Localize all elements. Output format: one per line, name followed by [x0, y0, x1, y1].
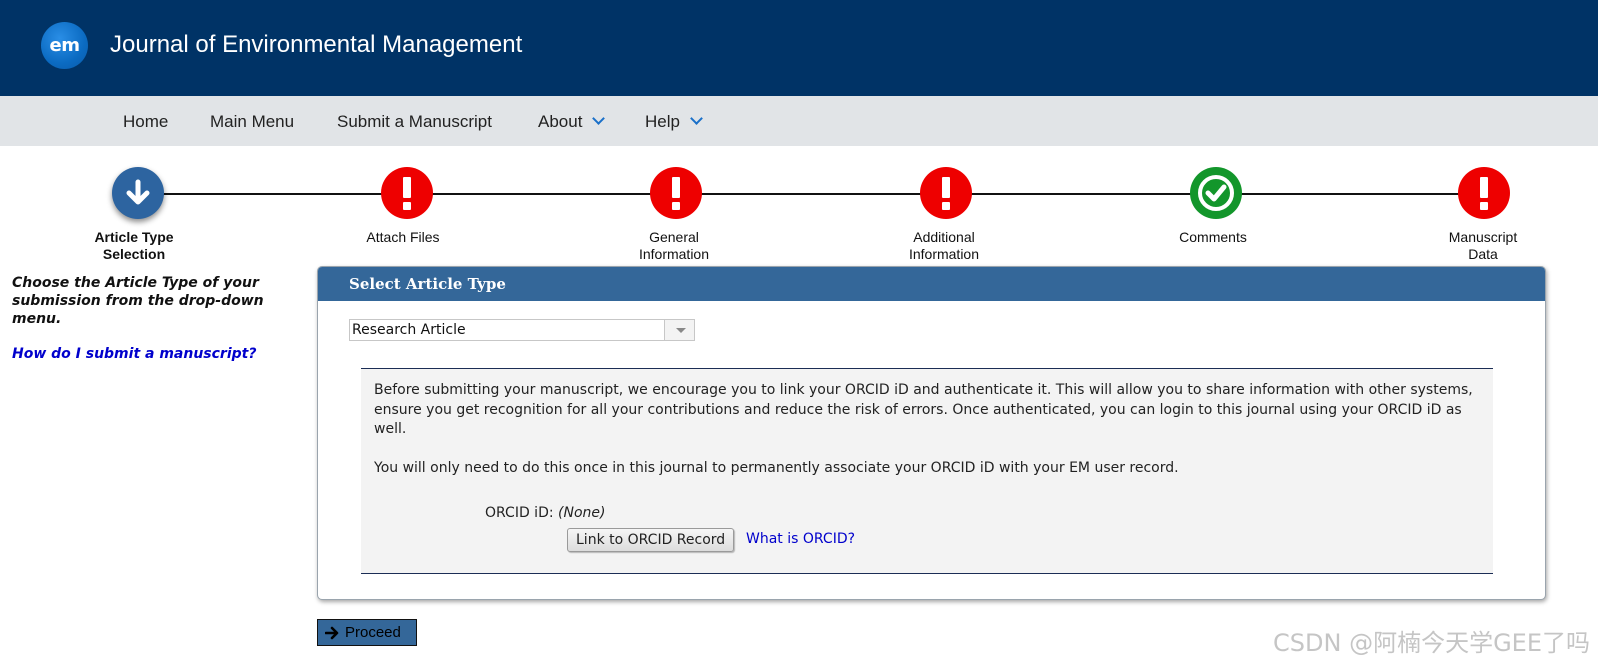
- site-header: em Journal of Environmental Management: [0, 0, 1598, 96]
- step-label-article-type: Article Type Selection: [64, 229, 204, 263]
- proceed-button[interactable]: Proceed: [317, 619, 417, 646]
- arrow-down-icon: [126, 179, 150, 205]
- step-article-type-selection[interactable]: [112, 167, 164, 219]
- watermark: CSDN @阿楠今天学GEE了吗: [1273, 629, 1590, 657]
- step-label-manuscript-data: Manuscript Data: [1413, 229, 1553, 263]
- step-label-line1: Attach Files: [366, 229, 440, 245]
- step-label-line1: Article Type: [94, 229, 174, 245]
- chevron-down-icon: [592, 112, 606, 125]
- journal-logo[interactable]: em: [41, 22, 88, 69]
- how-to-submit-link[interactable]: How do I submit a manuscript?: [12, 346, 256, 362]
- orcid-once-text: You will only need to do this once in th…: [374, 460, 1179, 476]
- nav-about-label: About: [538, 112, 583, 131]
- step-attach-files[interactable]: [381, 167, 433, 219]
- article-type-selected-value: Research Article: [352, 322, 466, 338]
- select-article-type-panel: Select Article Type Research Article Bef…: [317, 266, 1546, 600]
- exclamation-icon: [403, 177, 411, 210]
- orcid-info-box: Before submitting your manuscript, we en…: [361, 368, 1493, 574]
- step-additional-information[interactable]: [920, 167, 972, 219]
- nav-home[interactable]: Home: [123, 112, 168, 132]
- exclamation-icon: [672, 177, 680, 210]
- nav-submit-manuscript[interactable]: Submit a Manuscript: [337, 112, 492, 132]
- step-label-general-information: General Information: [604, 229, 744, 263]
- nav-main-menu[interactable]: Main Menu: [210, 112, 294, 132]
- article-type-select[interactable]: Research Article: [349, 319, 695, 341]
- journal-title[interactable]: Journal of Environmental Management: [110, 31, 522, 59]
- chevron-down-icon: [690, 112, 703, 125]
- step-label-line2: Information: [908, 246, 980, 262]
- nav-help[interactable]: Help: [645, 112, 703, 132]
- what-is-orcid-link[interactable]: What is ORCID?: [746, 530, 855, 550]
- step-label-attach-files: Attach Files: [333, 229, 473, 246]
- checkmark-icon: [1198, 175, 1234, 211]
- step-manuscript-data[interactable]: [1458, 167, 1510, 219]
- step-label-additional-information: Additional Information: [874, 229, 1014, 263]
- orcid-id-value: (None): [558, 505, 606, 521]
- link-orcid-record-button[interactable]: Link to ORCID Record: [567, 528, 735, 552]
- orcid-id-row: ORCID iD: (None): [485, 504, 605, 524]
- nav-help-label: Help: [645, 112, 680, 131]
- step-label-line1: General: [649, 229, 699, 245]
- step-label-line1: Manuscript: [1448, 229, 1518, 245]
- orcid-id-label: ORCID iD:: [485, 505, 554, 521]
- panel-title: Select Article Type: [318, 267, 1545, 301]
- instruction-text: Choose the Article Type of your submissi…: [12, 275, 264, 327]
- exclamation-icon: [1480, 177, 1488, 210]
- progress-line: [137, 193, 1489, 195]
- step-label-line2: Data: [1468, 246, 1498, 262]
- step-label-line1: Comments: [1179, 229, 1247, 245]
- arrow-right-icon: [325, 626, 339, 640]
- step-label-line1: Additional: [913, 229, 975, 245]
- dropdown-arrow-icon[interactable]: [664, 320, 694, 340]
- main-nav: Home Main Menu Submit a Manuscript About…: [0, 96, 1598, 146]
- step-general-information[interactable]: [650, 167, 702, 219]
- nav-about[interactable]: About: [538, 112, 606, 132]
- step-label-line2: Information: [638, 246, 710, 262]
- step-label-comments: Comments: [1143, 229, 1283, 246]
- exclamation-icon: [942, 177, 950, 210]
- orcid-intro-text: Before submitting your manuscript, we en…: [374, 382, 1473, 437]
- step-label-line2: Selection: [102, 246, 166, 262]
- step-comments[interactable]: [1190, 167, 1242, 219]
- proceed-label: Proceed: [345, 624, 401, 641]
